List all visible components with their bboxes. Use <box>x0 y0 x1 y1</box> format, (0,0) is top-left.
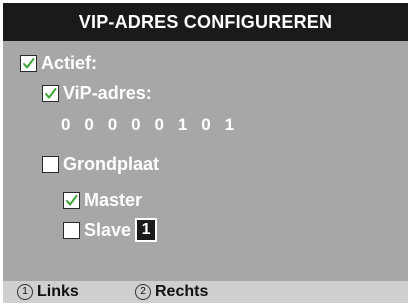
vip-address-checkbox[interactable] <box>42 84 59 102</box>
slave-checkbox[interactable] <box>63 221 80 239</box>
slave-label: Slave <box>84 220 132 240</box>
master-checkbox[interactable] <box>63 191 80 209</box>
softkey-left[interactable]: 1 Links <box>17 281 79 303</box>
softkey-left-label: Links <box>37 283 79 300</box>
circled-two-icon: 2 <box>135 284 151 300</box>
slave-number-field[interactable]: 1 <box>135 218 158 242</box>
circled-one-icon: 1 <box>17 284 33 300</box>
softkey-right[interactable]: 2 Rechts <box>135 281 208 303</box>
checkmark-icon <box>66 194 78 205</box>
vip-address-value[interactable]: 0 0 0 0 0 1 0 1 <box>61 115 239 135</box>
softkey-right-label: Rechts <box>155 283 209 300</box>
option-vip-address[interactable]: ViP-adres: <box>42 82 152 104</box>
softkey-bar: 1 Links 2 Rechts <box>3 281 408 303</box>
checkmark-icon <box>45 87 57 98</box>
floor-plan-label: Grondplaat <box>63 154 160 174</box>
screen-title: VIP-ADRES CONFIGUREREN <box>3 3 408 41</box>
option-slave[interactable]: Slave 1 <box>63 218 158 242</box>
active-checkbox[interactable] <box>20 54 37 72</box>
floor-plan-checkbox[interactable] <box>42 155 59 173</box>
vip-address-label: ViP-adres: <box>63 83 152 103</box>
active-label: Actief: <box>41 53 98 73</box>
option-master[interactable]: Master <box>63 189 142 211</box>
checkmark-icon <box>23 57 35 68</box>
vip-config-screen: VIP-ADRES CONFIGUREREN Actief: ViP-adres… <box>3 3 408 303</box>
master-label: Master <box>84 190 143 210</box>
option-active[interactable]: Actief: <box>20 52 97 74</box>
option-floor-plan[interactable]: Grondplaat <box>42 153 159 175</box>
